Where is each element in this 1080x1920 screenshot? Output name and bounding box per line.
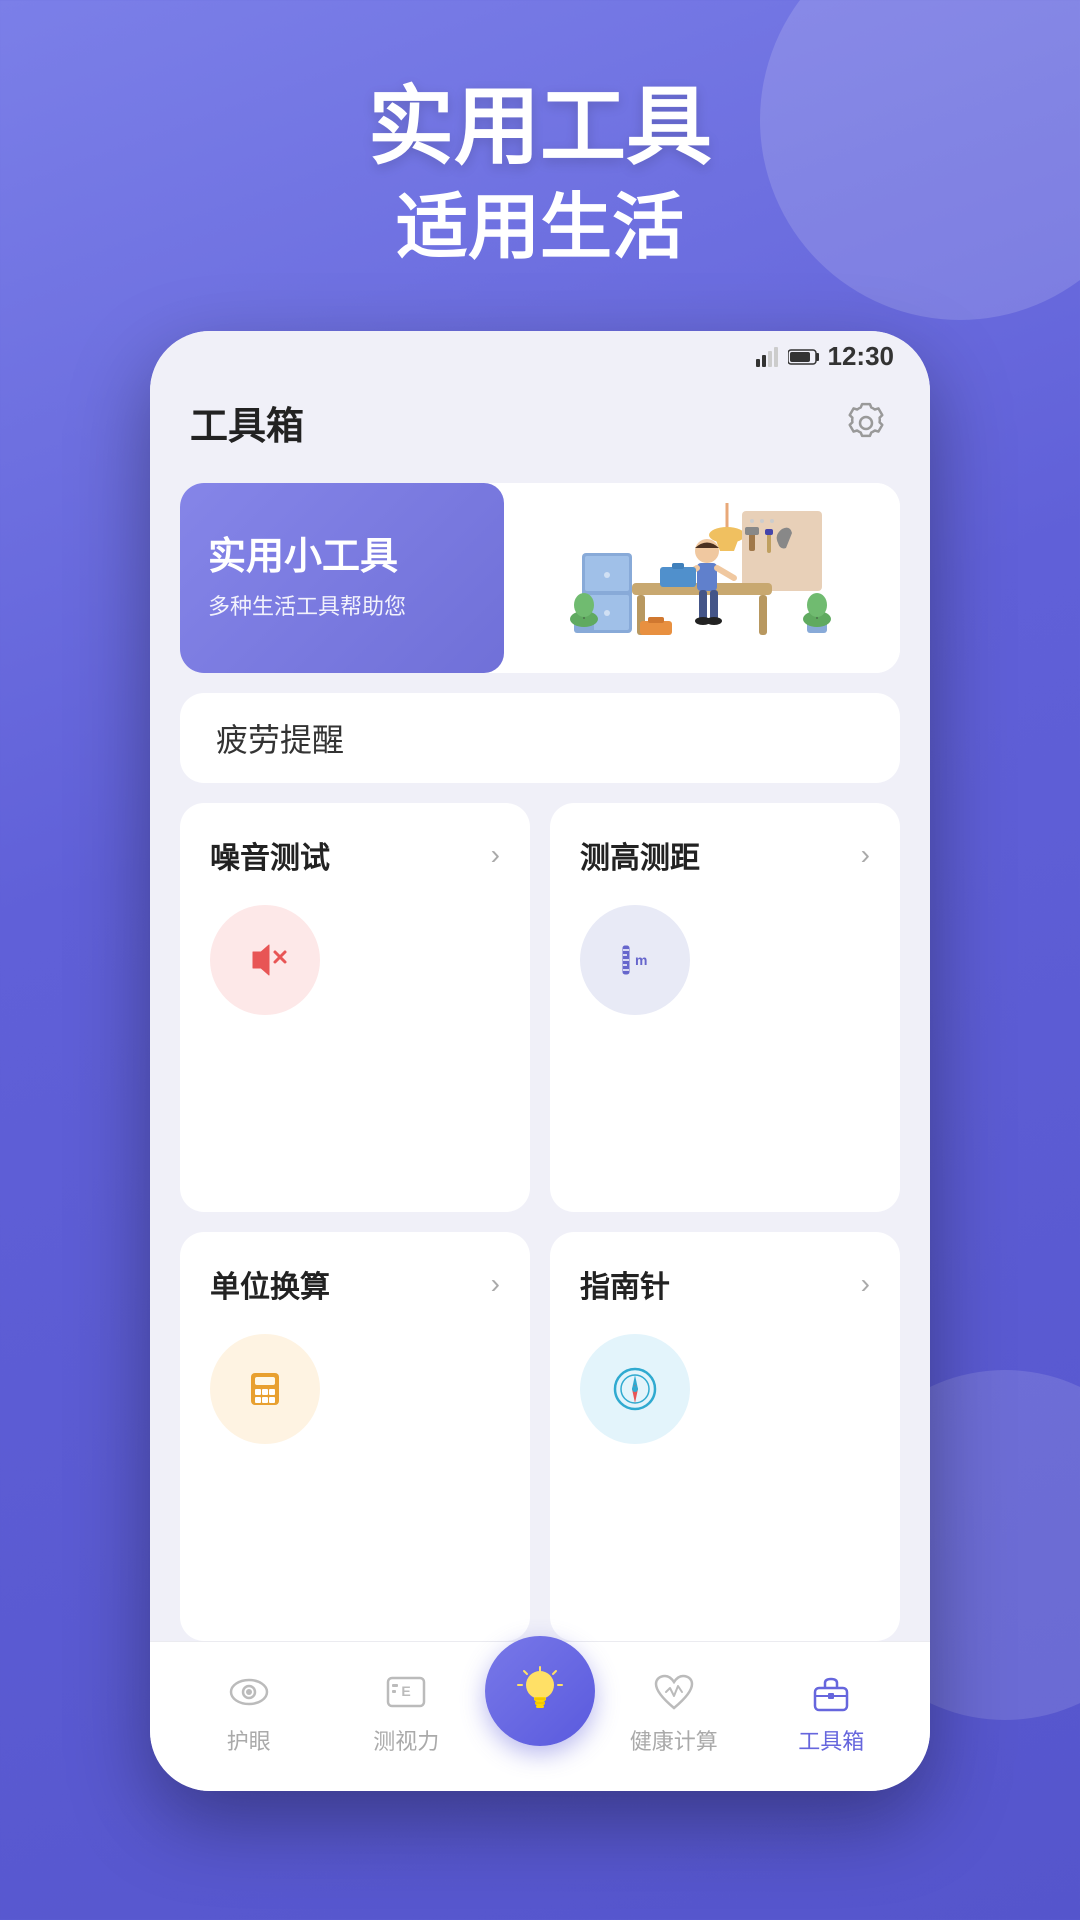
- tool-card-header-height: 测高测距 ›: [580, 833, 870, 877]
- eye-icon: [227, 1670, 271, 1714]
- banner-sub-text: 多种生活工具帮助您: [208, 589, 476, 621]
- status-icons: 12:30: [756, 341, 895, 372]
- tool-card-header-unit: 单位换算 ›: [210, 1262, 500, 1306]
- noise-icon-wrap: [210, 905, 320, 1015]
- svg-text:m: m: [635, 952, 647, 968]
- hero-title: 实用工具: [368, 80, 712, 175]
- chevron-compass: ›: [861, 1268, 870, 1300]
- banner-card[interactable]: 实用小工具 多种生活工具帮助您: [180, 483, 900, 673]
- nav-label-vision: 测视力: [373, 1724, 439, 1756]
- chevron-height: ›: [861, 839, 870, 871]
- tool-name-compass: 指南针: [580, 1262, 670, 1306]
- fatigue-card[interactable]: 疲劳提醒: [180, 693, 900, 783]
- noise-icon: [235, 930, 295, 990]
- unit-icon-wrap: [210, 1334, 320, 1444]
- tool-card-noise[interactable]: 噪音测试 ›: [180, 803, 530, 1212]
- height-icon: m: [605, 930, 665, 990]
- unit-icon: [235, 1359, 295, 1419]
- tool-card-compass[interactable]: 指南针 ›: [550, 1232, 900, 1641]
- fatigue-label: 疲劳提醒: [216, 715, 344, 761]
- nav-item-vision[interactable]: E 测视力: [328, 1666, 486, 1756]
- compass-icon: [605, 1359, 665, 1419]
- chevron-unit: ›: [491, 1268, 500, 1300]
- nav-icon-health: [648, 1666, 700, 1718]
- nav-center-button[interactable]: [485, 1636, 595, 1746]
- nav-item-health[interactable]: 健康计算: [595, 1666, 753, 1756]
- hero-subtitle: 适用生活: [368, 185, 712, 271]
- chevron-noise: ›: [491, 839, 500, 871]
- nav-icon-vision: E: [380, 1666, 432, 1718]
- nav-item-center[interactable]: [485, 1656, 595, 1766]
- banner-left: 实用小工具 多种生活工具帮助您: [180, 483, 504, 673]
- nav-item-toolbox[interactable]: 工具箱: [753, 1666, 911, 1756]
- height-icon-wrap: m: [580, 905, 690, 1015]
- nav-label-eye: 护眼: [227, 1724, 271, 1756]
- nav-label-health: 健康计算: [630, 1724, 718, 1756]
- tools-grid: 噪音测试 › 测高测距 ›: [180, 803, 900, 1641]
- tool-name-noise: 噪音测试: [210, 833, 330, 877]
- tool-name-height: 测高测距: [580, 833, 700, 877]
- nav-icon-eye: [223, 1666, 275, 1718]
- vision-icon: E: [384, 1670, 428, 1714]
- signal-icon: [756, 347, 780, 367]
- bulb-icon: [512, 1663, 568, 1719]
- nav-label-toolbox: 工具箱: [798, 1724, 864, 1756]
- tool-name-unit: 单位换算: [210, 1262, 330, 1306]
- tool-card-header-compass: 指南针 ›: [580, 1262, 870, 1306]
- nav-icon-toolbox: [805, 1666, 857, 1718]
- compass-icon-wrap: [580, 1334, 690, 1444]
- banner-main-text: 实用小工具: [208, 535, 476, 581]
- toolbox-icon: [809, 1670, 853, 1714]
- tool-card-header-noise: 噪音测试 ›: [210, 833, 500, 877]
- svg-text:E: E: [402, 1683, 411, 1699]
- tool-card-height[interactable]: 测高测距 › m: [550, 803, 900, 1212]
- status-time: 12:30: [828, 341, 895, 372]
- settings-icon[interactable]: [842, 399, 890, 447]
- battery-icon: [788, 348, 820, 366]
- tool-card-unit[interactable]: 单位换算 ›: [180, 1232, 530, 1641]
- top-nav: 工具箱: [150, 383, 930, 463]
- workshop-illustration: [552, 493, 852, 663]
- main-content: 实用小工具 多种生活工具帮助您: [150, 463, 930, 1641]
- bottom-nav: 护眼 E 测视力: [150, 1641, 930, 1791]
- status-bar: 12:30: [150, 331, 930, 383]
- hero-section: 实用工具 适用生活: [368, 80, 712, 271]
- bg-decoration-top: [760, 0, 1080, 320]
- banner-illustration: [504, 483, 900, 673]
- health-icon: [652, 1670, 696, 1714]
- phone-frame: 12:30 工具箱 实用小工具 多种生活工具帮助您: [150, 331, 930, 1791]
- nav-title: 工具箱: [190, 395, 304, 450]
- nav-item-eye[interactable]: 护眼: [170, 1666, 328, 1756]
